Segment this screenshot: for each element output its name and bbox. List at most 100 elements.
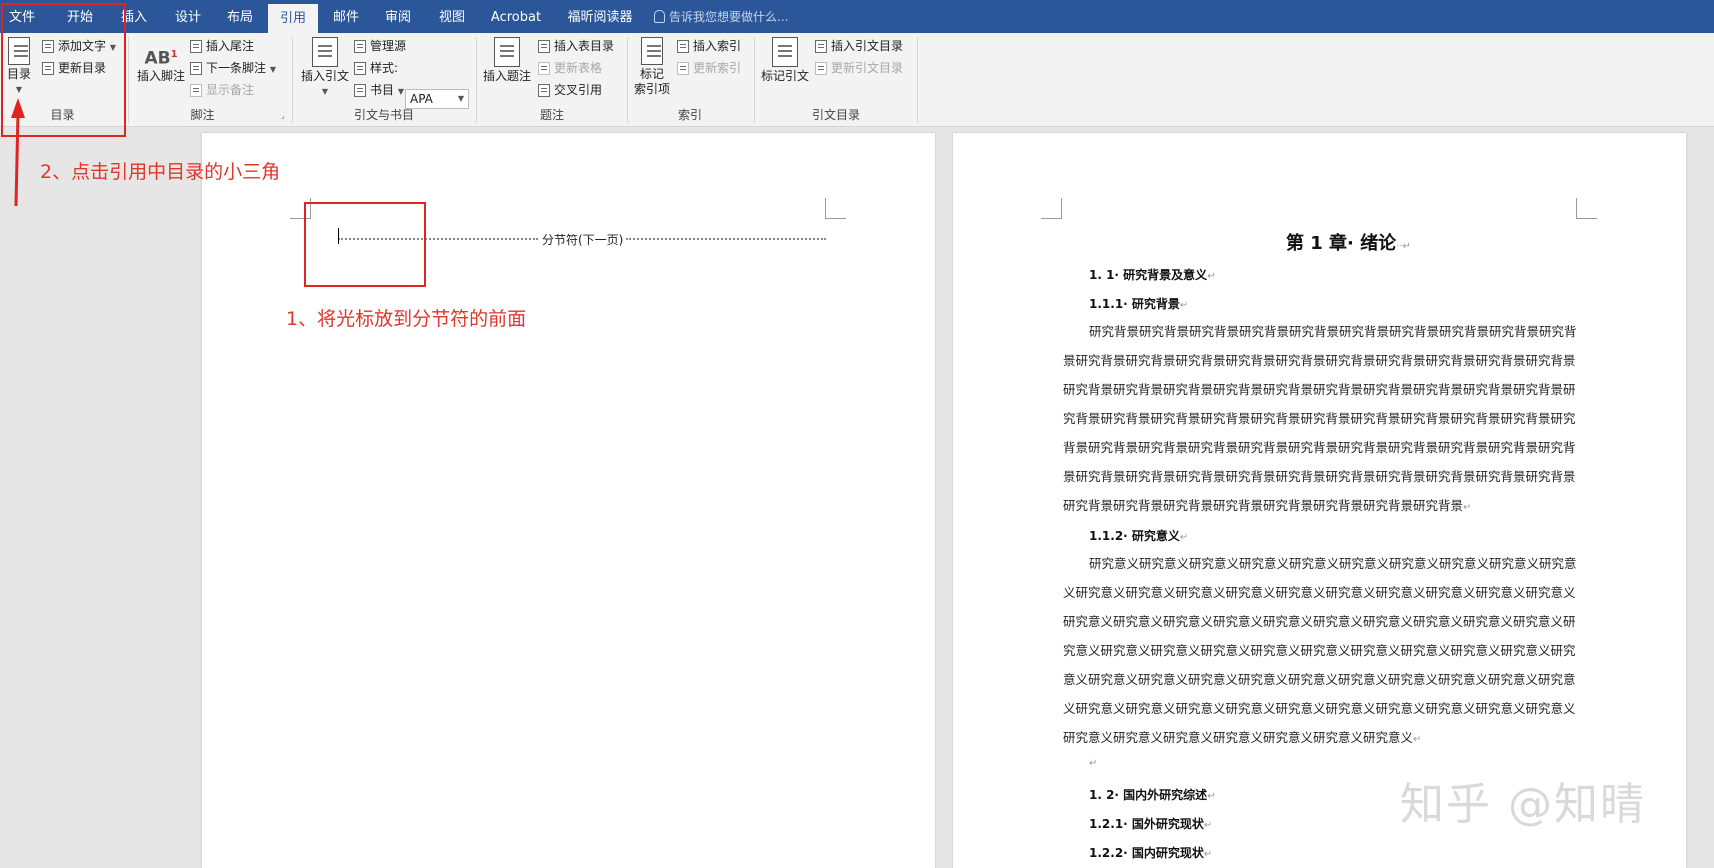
insert-index-button[interactable]: 插入索引: [677, 36, 741, 56]
margin-corner-mark: [1041, 198, 1062, 219]
mark-entry-label-2: 索引项: [633, 82, 670, 96]
show-notes-label: 显示备注: [206, 83, 255, 97]
red-arrow-icon: [11, 98, 25, 207]
insert-citation-label: 插入引文: [300, 69, 349, 83]
update-table-label: 更新表格: [554, 61, 603, 75]
style-select-value: APA: [410, 92, 433, 106]
paragraph-mark: ↵: [1207, 271, 1216, 282]
mark-entry-icon: [641, 37, 663, 65]
tell-me-text: 告诉我您想要做什么...: [669, 10, 789, 24]
empty-paragraph-mark: ↵: [1089, 758, 1098, 769]
mark-citation-button[interactable]: 标记引文: [758, 37, 812, 84]
paragraph-mark: ↵: [1203, 849, 1213, 860]
update-table-icon: [538, 62, 550, 75]
insert-footnote-label: 插入脚注: [136, 69, 185, 83]
insert-footnote-button[interactable]: AB1 插入脚注: [134, 41, 188, 84]
style-icon: [354, 62, 366, 75]
watermark: 知乎 @知晴: [1400, 779, 1646, 830]
insert-toa-button[interactable]: 插入引文目录: [815, 36, 903, 56]
update-toa-button[interactable]: 更新引文目录: [815, 58, 903, 78]
next-footnote-icon: [190, 62, 202, 75]
next-footnote-button[interactable]: 下一条脚注 ▼: [190, 58, 276, 78]
update-toa-label: 更新引文目录: [831, 61, 904, 75]
update-toa-icon: [815, 62, 827, 75]
group-label-citations: 引文与书目: [353, 108, 414, 122]
paragraph-background: 研究背景研究背景研究背景研究背景研究背景研究背景研究背景研究背景研究背景研究背景…: [1063, 317, 1578, 522]
tab-acrobat[interactable]: Acrobat: [486, 0, 546, 33]
paragraph-mark: ↵: [1179, 300, 1189, 311]
update-index-label: 更新索引: [693, 61, 742, 75]
heading-1-2-1-text: 1.2.1· 国外研究现状: [1089, 817, 1204, 831]
mark-entry-label-1: 标记: [639, 67, 664, 81]
insert-toa-label: 插入引文目录: [831, 39, 904, 53]
tab-design[interactable]: 设计: [166, 0, 210, 33]
insert-caption-button[interactable]: 插入题注: [480, 37, 534, 84]
update-table-button[interactable]: 更新表格: [538, 58, 602, 78]
chevron-down-icon: ▼: [269, 65, 276, 74]
group-separator: [917, 37, 918, 123]
heading-1-2-text: 1. 2· 国内外研究综述: [1089, 788, 1208, 802]
tab-view[interactable]: 视图: [430, 0, 474, 33]
insert-caption-icon: [494, 37, 520, 67]
bibliography-label: 书目: [370, 83, 395, 97]
insert-index-label: 插入索引: [693, 39, 742, 53]
tell-me-search[interactable]: 告诉我您想要做什么...: [654, 0, 788, 33]
annotation-step-2: 2、点击引用中目录的小三角: [40, 161, 281, 183]
update-index-icon: [677, 62, 689, 75]
chevron-down-icon: ▼: [321, 87, 329, 96]
bibliography-icon: [354, 84, 366, 97]
group-separator: [754, 37, 755, 123]
insert-caption-label: 插入题注: [482, 69, 531, 83]
mark-citation-icon: [772, 37, 798, 67]
manage-sources-button[interactable]: 管理源: [354, 36, 406, 56]
tab-mailings[interactable]: 邮件: [324, 0, 368, 33]
insert-endnote-button[interactable]: 插入尾注: [190, 36, 254, 56]
cross-reference-button[interactable]: 交叉引用: [538, 80, 602, 100]
chapter-title: 第 1 章· 绪论··↵: [1286, 229, 1411, 255]
footnote-ab-icon: AB1: [144, 48, 178, 69]
heading-1-2-1: 1.2.1· 国外研究现状↵: [1089, 815, 1212, 832]
style-label-text: 样式:: [370, 61, 399, 75]
mark-entry-button[interactable]: 标记 索引项: [630, 37, 674, 97]
paragraph-background-text: 研究背景研究背景研究背景研究背景研究背景研究背景研究背景研究背景研究背景研究背景…: [1063, 324, 1577, 513]
insert-index-icon: [677, 40, 689, 53]
paragraph-mark: ↵: [1463, 502, 1472, 513]
paragraph-significance-text: 研究意义研究意义研究意义研究意义研究意义研究意义研究意义研究意义研究意义研究意义…: [1063, 556, 1577, 745]
group-label-authorities: 引文目录: [811, 108, 860, 122]
heading-1-2-2-text: 1.2.2· 国内研究现状: [1089, 846, 1204, 860]
show-notes-button[interactable]: 显示备注: [190, 80, 254, 100]
manage-sources-icon: [354, 40, 366, 53]
section-break-line-right: [626, 238, 826, 240]
next-footnote-label: 下一条脚注: [206, 61, 267, 75]
insert-citation-button[interactable]: 插入引文 ▼: [298, 37, 352, 99]
margin-corner-mark: [825, 198, 846, 219]
tab-foxit-reader[interactable]: 福昕阅读器: [560, 0, 640, 33]
bibliography-button[interactable]: 书目 ▼: [354, 80, 404, 100]
cross-reference-icon: [538, 84, 550, 97]
chapter-title-text: 第 1 章· 绪论: [1286, 233, 1397, 254]
section-break-label: 分节符(下一页): [540, 231, 626, 248]
paragraph-mark: ↵: [1207, 791, 1216, 802]
insert-table-of-figures-button[interactable]: 插入表目录: [538, 36, 614, 56]
chevron-down-icon: ▼: [397, 87, 404, 96]
ribbon: 目录 ▼ 添加文字 ▼ 更新目录 目录 AB1 插入脚注 插入尾注 下一条脚注 …: [0, 33, 1714, 127]
heading-1-1-1: 1.1.1· 研究背景↵: [1089, 295, 1188, 312]
endnote-icon: [190, 40, 202, 53]
heading-1-1-text: 1. 1· 研究背景及意义: [1089, 268, 1208, 282]
style-label: 样式:: [354, 58, 398, 78]
annotation-step-1: 1、将光标放到分节符的前面: [286, 308, 527, 330]
insert-table-of-figures-label: 插入表目录: [554, 39, 615, 53]
tab-layout[interactable]: 布局: [218, 0, 262, 33]
group-separator: [292, 37, 293, 123]
update-index-button[interactable]: 更新索引: [677, 58, 741, 78]
paragraph-significance: 研究意义研究意义研究意义研究意义研究意义研究意义研究意义研究意义研究意义研究意义…: [1063, 549, 1578, 754]
paragraph-mark: ↵: [1203, 820, 1213, 831]
tab-references[interactable]: 引用: [268, 4, 318, 33]
heading-1-1-1-text: 1.1.1· 研究背景: [1089, 297, 1180, 311]
lightbulb-icon: [654, 10, 665, 23]
highlight-box-cursor: [304, 202, 426, 287]
tab-review[interactable]: 审阅: [376, 0, 420, 33]
show-notes-icon: [190, 84, 202, 97]
dialog-launcher-icon[interactable]: ⌟: [281, 111, 285, 120]
group-separator: [128, 37, 129, 123]
